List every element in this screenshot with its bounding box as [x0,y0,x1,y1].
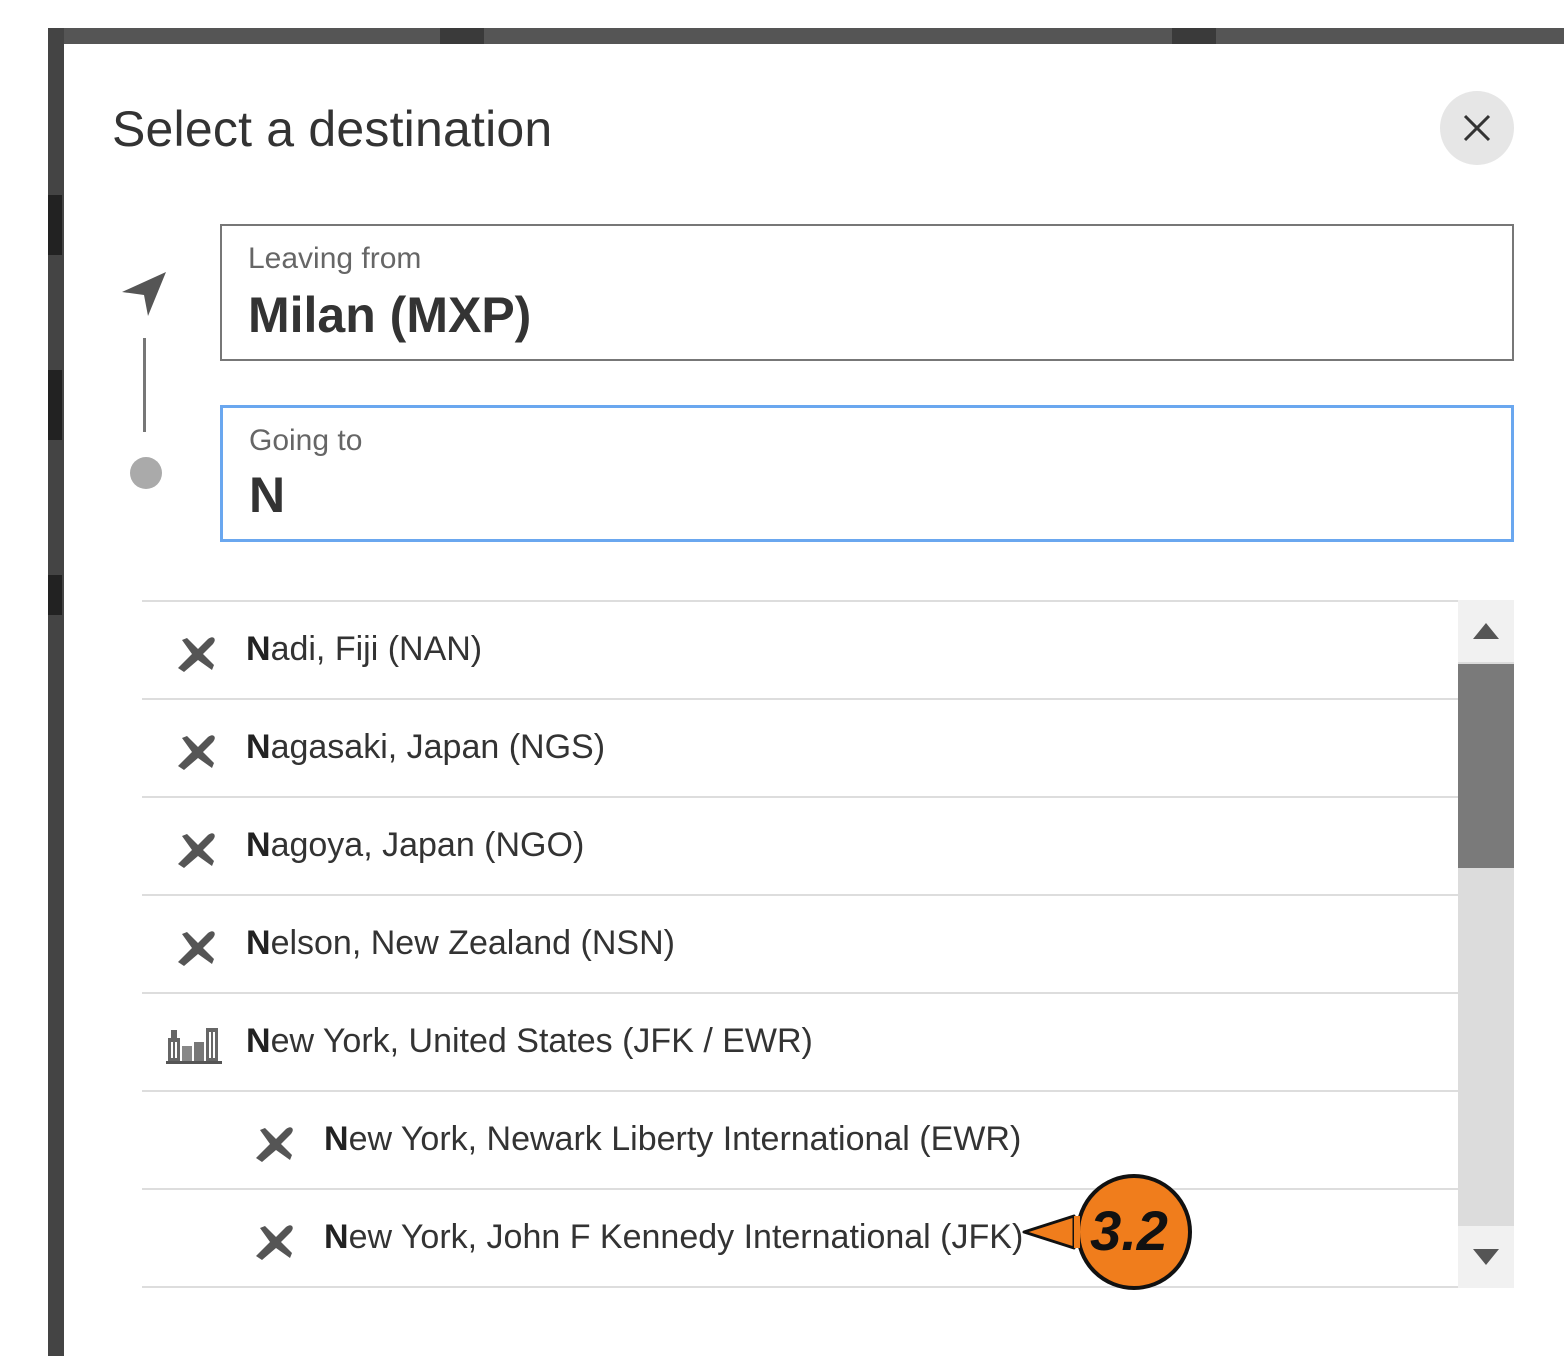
airplane-icon [256,1127,293,1162]
suggestion-match: N [246,826,271,864]
leaving-from-label: Leaving from [248,242,422,275]
suggestion-list: Nadi, Fiji (NAN) Nagasaki, Japan (NGS) N… [142,600,1458,1288]
suggestion-match: N [246,728,271,766]
suggestion-match: N [324,1218,349,1256]
going-to-input[interactable] [249,466,1449,524]
destination-dot-icon [130,457,162,489]
airplane-icon [178,637,215,672]
city-icon [166,1028,222,1064]
suggestion-label: agasaki, Japan (NGS) [270,728,606,766]
suggestion-match: N [246,924,271,962]
airplane-icon [178,931,215,966]
suggestion-label: agoya, Japan (NGO) [270,826,585,864]
close-icon [1463,114,1491,142]
leaving-from-field[interactable]: Leaving from Milan (MXP) [220,224,1514,361]
suggestion-item[interactable]: Nagoya, Japan (NGO) [142,798,1458,896]
going-to-field[interactable]: Going to [220,405,1514,542]
suggestion-label: ew York, John F Kennedy International (J… [348,1218,1024,1256]
arrow-down-icon [1473,1249,1499,1265]
airplane-icon [256,1225,293,1260]
background-header-bar [48,28,1564,44]
navigation-arrow-icon [122,272,166,316]
suggestion-scrollbar[interactable] [1458,600,1514,1288]
scroll-up-button[interactable] [1458,600,1514,662]
dialog-title: Select a destination [112,101,553,157]
suggestion-match: N [324,1120,349,1158]
suggestion-item[interactable]: Nadi, Fiji (NAN) [142,602,1458,700]
suggestion-item[interactable]: Nagasaki, Japan (NGS) [142,700,1458,798]
leaving-from-value[interactable]: Milan (MXP) [248,286,1448,344]
scroll-down-button[interactable] [1458,1226,1514,1288]
suggestion-match: N [246,630,271,668]
suggestion-label: adi, Fiji (NAN) [270,630,483,668]
suggestion-match: N [246,1022,271,1060]
route-line [143,338,146,432]
close-button[interactable] [1440,91,1514,165]
suggestion-label: ew York, Newark Liberty International (E… [348,1120,1022,1158]
scroll-thumb[interactable] [1458,664,1514,868]
going-to-label: Going to [249,424,363,457]
airplane-icon [178,833,215,868]
arrow-up-icon [1473,623,1499,639]
suggestion-item-city[interactable]: New York, United States (JFK / EWR) [142,994,1458,1092]
suggestion-item[interactable]: Nelson, New Zealand (NSN) [142,896,1458,994]
suggestion-item-airport[interactable]: New York, Newark Liberty International (… [142,1092,1458,1190]
suggestion-label: elson, New Zealand (NSN) [270,924,675,962]
annotation-label: 3.2 [1090,1199,1168,1262]
destination-dialog: Select a destination Leaving from Milan … [64,44,1564,1356]
airplane-icon [178,735,215,770]
suggestion-item-airport[interactable]: New York, John F Kennedy International (… [142,1190,1458,1288]
suggestion-label: ew York, United States (JFK / EWR) [270,1022,813,1060]
